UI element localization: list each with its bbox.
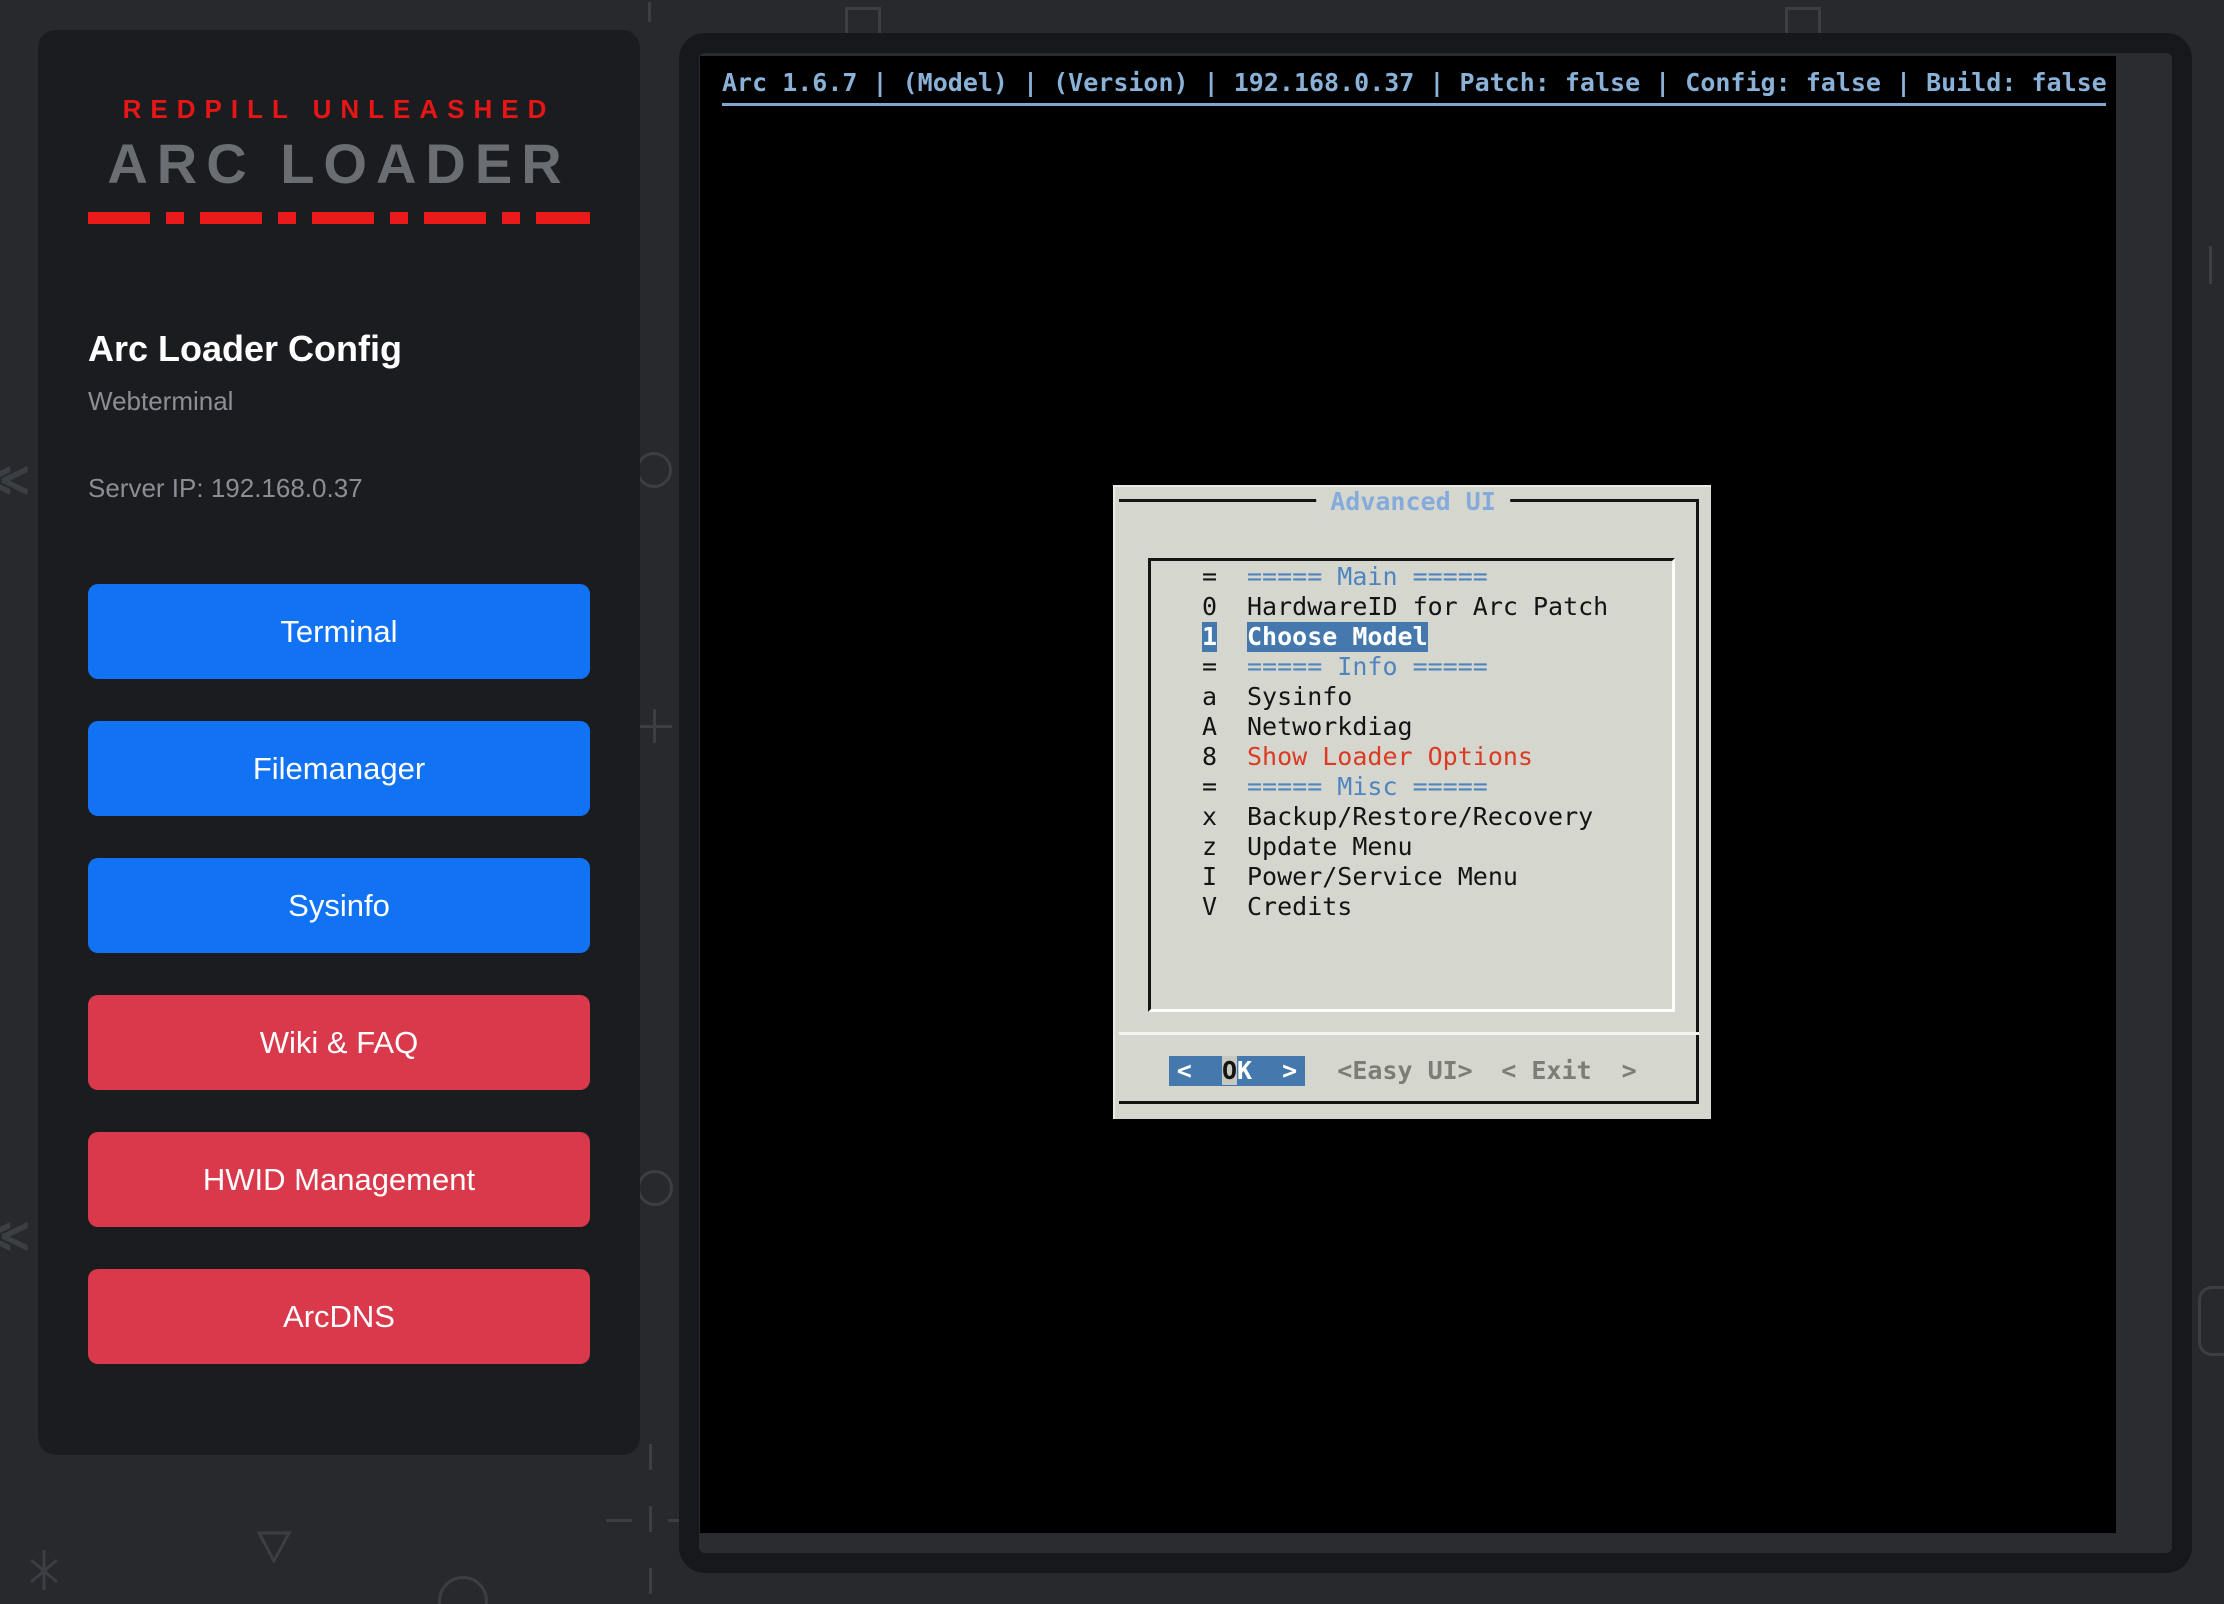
sidebar-button-sysinfo[interactable]: Sysinfo [88, 858, 590, 953]
menu-item-power-service-menu[interactable]: I Power/Service Menu [1151, 862, 1672, 892]
bg-chevrons-icon: ≪ [0, 1212, 30, 1258]
menu-item-label: Backup/Restore/Recovery [1247, 802, 1593, 832]
menu-item-label: Show Loader Options [1247, 742, 1533, 772]
menu-item-show-loader-options[interactable]: 8 Show Loader Options [1151, 742, 1672, 772]
brand-name: ARC LOADER [88, 131, 590, 196]
dialog-button-ok[interactable]: < OK > [1169, 1056, 1305, 1086]
bg-tick-icon [648, 2, 651, 22]
menu-item-update-menu[interactable]: z Update Menu [1151, 832, 1672, 862]
bg-crosshair-icon [649, 1506, 652, 1532]
bg-circle-icon [636, 452, 672, 488]
bg-tick-icon [2209, 246, 2212, 284]
menu-item-label: Power/Service Menu [1247, 862, 1518, 892]
menu-item-key: = [1202, 562, 1217, 592]
dialog-button-easy-ui[interactable]: <Easy UI> [1337, 1056, 1473, 1086]
menu-item-label: HardwareID for Arc Patch [1247, 592, 1608, 622]
server-ip-label: Server IP: 192.168.0.37 [88, 473, 590, 504]
menu-item-label: Choose Model [1247, 622, 1428, 652]
menu-item-hardwareid-for-arc-patch[interactable]: 0 HardwareID for Arc Patch [1151, 592, 1672, 622]
bg-crosshair-icon [649, 1444, 652, 1470]
brand-logo: REDPILL UNLEASHED ARC LOADER [88, 94, 590, 224]
menu-item-key: z [1202, 832, 1217, 862]
brand-divider [88, 212, 590, 224]
dialog-right-border [1696, 499, 1699, 1104]
page-subtitle: Webterminal [88, 386, 590, 417]
menu-item-key: 8 [1202, 742, 1217, 772]
bg-circle-icon [637, 1170, 673, 1206]
sidebar: REDPILL UNLEASHED ARC LOADER Arc Loader … [38, 30, 640, 1455]
bg-chevrons-icon: ≪ [0, 456, 30, 502]
text-cursor: O [1222, 1056, 1237, 1085]
menu-item-backup-restore-recovery[interactable]: x Backup/Restore/Recovery [1151, 802, 1672, 832]
dialog-button-exit[interactable]: < Exit > [1501, 1056, 1637, 1086]
menu-item-credits[interactable]: V Credits [1151, 892, 1672, 922]
menu-item-key: = [1202, 772, 1217, 802]
terminal-status-divider [722, 103, 2106, 106]
menu-item-label: Credits [1247, 892, 1352, 922]
menu-item-label: ===== Main ===== [1247, 562, 1488, 592]
dialog-bottom-border [1119, 1101, 1699, 1104]
bg-crosshair-icon [606, 1519, 632, 1522]
menu-item-label: Update Menu [1247, 832, 1413, 862]
menu-item-info[interactable]: = ===== Info ===== [1151, 652, 1672, 682]
menu-item-key: A [1202, 712, 1217, 742]
menu-item-key: x [1202, 802, 1217, 832]
brand-tagline: REDPILL UNLEASHED [88, 94, 590, 125]
sidebar-button-wiki-faq[interactable]: Wiki & FAQ [88, 995, 590, 1090]
bg-circle-icon [438, 1576, 488, 1604]
menu-item-key: V [1202, 892, 1217, 922]
dialog-title: Advanced UI [1316, 487, 1510, 517]
menu-item-sysinfo[interactable]: a Sysinfo [1151, 682, 1672, 712]
advanced-ui-dialog: Advanced UI = ===== Main ===== 0 HardwareID… [1113, 485, 1711, 1119]
menu-item-key: a [1202, 682, 1217, 712]
bg-asterisk-icon [28, 1548, 60, 1592]
menu-item-label: ===== Misc ===== [1247, 772, 1488, 802]
menu-item-label: Sysinfo [1247, 682, 1352, 712]
bg-crosshair-icon [649, 1568, 652, 1594]
dialog-menu: = ===== Main ===== 0 HardwareID for Arc Pat… [1148, 558, 1675, 1012]
page: ≪ ≪ REDPILL UNLEASHED ARC LOADER Arc Loa… [0, 0, 2224, 1604]
sidebar-button-arcdns[interactable]: ArcDNS [88, 1269, 590, 1364]
menu-item-key: 0 [1202, 592, 1217, 622]
dialog-button-separator [1119, 1032, 1699, 1035]
menu-item-key: 1 [1202, 622, 1217, 652]
menu-item-key: = [1202, 652, 1217, 682]
menu-item-main[interactable]: = ===== Main ===== [1151, 562, 1672, 592]
sidebar-button-filemanager[interactable]: Filemanager [88, 721, 590, 816]
sidebar-button-terminal[interactable]: Terminal [88, 584, 590, 679]
menu-item-label: Networkdiag [1247, 712, 1413, 742]
menu-item-choose-model[interactable]: 1 Choose Model [1151, 622, 1672, 652]
page-title: Arc Loader Config [88, 328, 590, 370]
dialog-buttons: < OK > <Easy UI> < Exit > [1115, 1056, 1711, 1086]
terminal-screen[interactable]: Arc 1.6.7 | (Model) | (Version) | 192.16… [700, 56, 2116, 1533]
terminal-status-bar: Arc 1.6.7 | (Model) | (Version) | 192.16… [722, 68, 2107, 98]
bg-rounded-square-icon [2198, 1286, 2224, 1356]
menu-item-misc[interactable]: = ===== Misc ===== [1151, 772, 1672, 802]
bg-plus-icon [653, 709, 656, 743]
menu-item-label: ===== Info ===== [1247, 652, 1488, 682]
menu-item-key: I [1202, 862, 1217, 892]
bg-triangle-icon [256, 1530, 292, 1564]
menu-item-networkdiag[interactable]: A Networkdiag [1151, 712, 1672, 742]
sidebar-buttons: Terminal Filemanager Sysinfo Wiki & FAQ HWID… [88, 584, 590, 1364]
sidebar-button-hwid-management[interactable]: HWID Management [88, 1132, 590, 1227]
